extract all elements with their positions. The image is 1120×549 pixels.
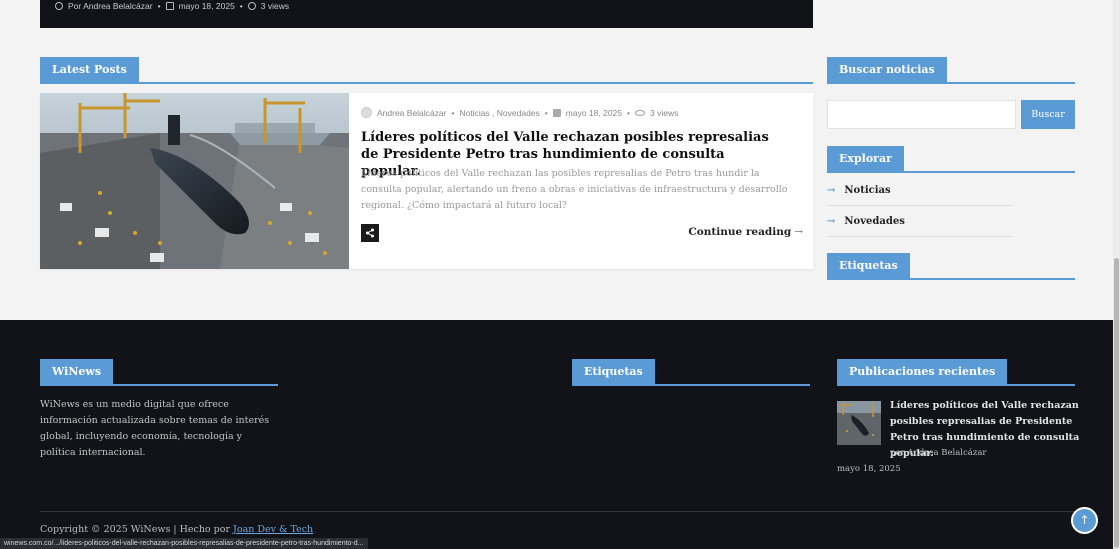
- footer-about-heading: WiNews: [40, 359, 278, 386]
- footer-tags-heading: Etiquetas: [572, 359, 810, 386]
- hero-meta: Por Andrea Belalcázar • mayo 18, 2025 • …: [55, 0, 289, 12]
- shipyard-submarine-image: [40, 93, 349, 269]
- footer-about-text: WiNews es un medio digital que ofrece in…: [40, 399, 270, 458]
- continue-reading-link[interactable]: Continue reading →: [688, 226, 803, 238]
- explore-item-noticias[interactable]: → Noticias: [827, 176, 1013, 206]
- arrow-right-icon: →: [827, 185, 836, 196]
- scrollbar-thumb[interactable]: [1114, 258, 1119, 548]
- arrow-up-icon: ↑: [1079, 513, 1090, 527]
- scroll-to-top-button[interactable]: ↑: [1071, 507, 1098, 534]
- post-thumbnail[interactable]: [40, 93, 349, 269]
- hero-author[interactable]: Por Andrea Belalcázar: [68, 1, 153, 11]
- hero-date: mayo 18, 2025: [178, 1, 235, 11]
- search-button[interactable]: Buscar: [1021, 100, 1075, 129]
- footer-about-label: WiNews: [40, 359, 114, 384]
- hero-views: 3 views: [260, 1, 290, 11]
- share-icon: [366, 228, 374, 238]
- eye-icon: [247, 2, 256, 10]
- user-icon: [55, 2, 63, 10]
- calendar-icon: [165, 2, 174, 10]
- post-card: Andrea Belalcázar • Noticias , Novedades…: [40, 93, 813, 269]
- search-input[interactable]: [827, 100, 1016, 129]
- post-date: mayo 18, 2025: [565, 107, 622, 118]
- post-excerpt: Líderes políticos del Valle rechazan las…: [361, 168, 788, 211]
- footer-tags-label: Etiquetas: [572, 359, 655, 384]
- tags-heading: Etiquetas: [827, 253, 1075, 280]
- search-heading-label: Buscar noticias: [827, 57, 947, 82]
- recent-post-author: por Andrea Belalcázar: [890, 448, 987, 458]
- footer-recent-label: Publicaciones recientes: [837, 359, 1008, 384]
- calendar-icon: [552, 108, 561, 117]
- share-button[interactable]: [361, 224, 379, 242]
- copyright: Copyright © 2025 WiNews | Hecho por Joan…: [40, 524, 314, 535]
- page-scrollbar[interactable]: [1113, 0, 1120, 549]
- post-views: 3 views: [649, 107, 679, 118]
- shipyard-submarine-thumb: [837, 401, 881, 445]
- arrow-right-icon: →: [794, 226, 803, 238]
- recent-post-thumbnail[interactable]: [837, 401, 881, 445]
- explore-item-novedades[interactable]: → Novedades: [827, 207, 1013, 237]
- post-meta: Andrea Belalcázar • Noticias , Novedades…: [361, 107, 678, 118]
- post-categories[interactable]: Noticias , Novedades: [459, 108, 539, 118]
- post-author[interactable]: Andrea Belalcázar: [377, 108, 446, 118]
- footer-divider: [40, 511, 1080, 512]
- latest-posts-heading: Latest Posts: [40, 57, 813, 84]
- link-status-bar: winews.com.co/.../lideres-politicos-del-…: [0, 538, 368, 549]
- tags-heading-label: Etiquetas: [827, 253, 910, 278]
- latest-posts-label: Latest Posts: [40, 57, 139, 82]
- recent-post-date: mayo 18, 2025: [837, 464, 901, 474]
- search-heading: Buscar noticias: [827, 57, 1075, 84]
- developer-link[interactable]: Joan Dev & Tech: [233, 524, 313, 535]
- eye-icon: [634, 109, 645, 116]
- explore-heading-label: Explorar: [827, 146, 904, 171]
- footer-recent-heading: Publicaciones recientes: [837, 359, 1075, 386]
- arrow-right-icon: →: [827, 216, 836, 227]
- explore-heading: Explorar: [827, 146, 1075, 173]
- author-avatar: [361, 107, 372, 118]
